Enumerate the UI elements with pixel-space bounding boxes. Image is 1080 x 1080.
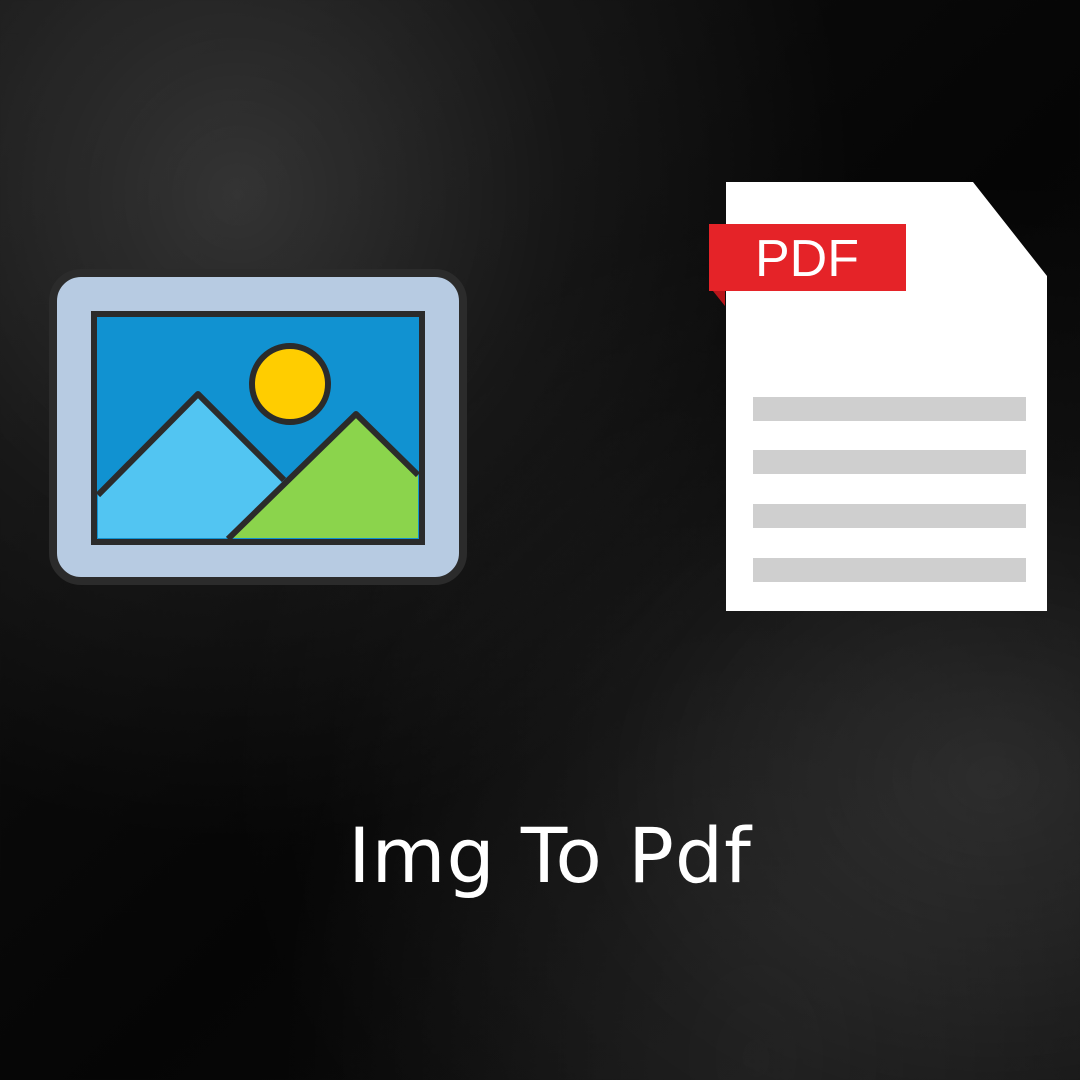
text-line bbox=[753, 450, 1026, 474]
pdf-file-icon: PDF bbox=[709, 182, 1047, 611]
canvas: PDF Img To Pdf bbox=[0, 0, 1080, 1080]
text-line bbox=[753, 397, 1026, 421]
pdf-badge-label: PDF bbox=[755, 230, 859, 288]
text-line bbox=[753, 504, 1026, 528]
image-icon bbox=[49, 269, 467, 585]
text-line bbox=[753, 558, 1026, 582]
page-title: Img To Pdf bbox=[348, 811, 752, 900]
